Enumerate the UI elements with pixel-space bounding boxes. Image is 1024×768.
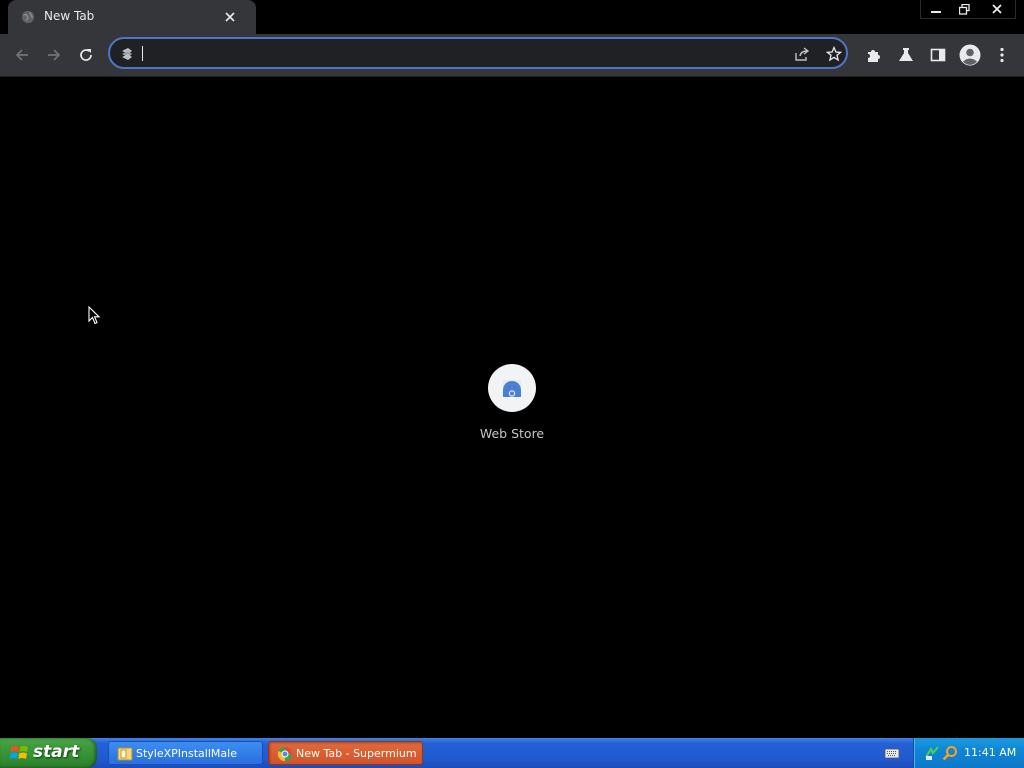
windows-logo-icon bbox=[10, 746, 28, 759]
address-bar[interactable] bbox=[108, 37, 848, 69]
system-tray: 11:41 AM bbox=[913, 738, 1024, 768]
taskbar-item-label: StyleXPInstallMale bbox=[136, 747, 237, 760]
mouse-cursor-icon bbox=[88, 306, 100, 325]
close-icon bbox=[225, 12, 235, 22]
menu-button[interactable] bbox=[989, 42, 1015, 68]
restore-icon bbox=[959, 3, 970, 15]
shortcut-icon-circle bbox=[488, 364, 536, 412]
extensions-button[interactable] bbox=[861, 42, 887, 68]
taskbar-item-stylexp[interactable]: StyleXPInstallMale bbox=[108, 741, 263, 765]
tab-new-tab[interactable]: New Tab bbox=[8, 0, 256, 34]
browser-toolbar bbox=[0, 34, 1024, 77]
profile-button[interactable] bbox=[957, 42, 983, 68]
web-store-icon bbox=[503, 380, 521, 397]
keyboard-icon[interactable] bbox=[884, 745, 900, 761]
star-icon bbox=[826, 46, 842, 62]
start-button[interactable]: start bbox=[0, 738, 97, 768]
reload-icon bbox=[80, 49, 92, 61]
minimize-icon bbox=[930, 11, 941, 13]
bookmark-star-button[interactable] bbox=[824, 44, 844, 64]
menu-dots-icon bbox=[1000, 47, 1004, 63]
restore-button[interactable] bbox=[950, 0, 979, 18]
clock[interactable]: 11:41 AM bbox=[964, 746, 1016, 759]
network-icon[interactable] bbox=[924, 745, 940, 761]
shortcut-title: Web Store bbox=[479, 426, 545, 441]
supermium-icon bbox=[277, 747, 292, 762]
windows-taskbar: start StyleXPInstallMale New Tab - Super… bbox=[0, 738, 1024, 768]
share-icon bbox=[795, 47, 810, 61]
text-caret bbox=[142, 46, 143, 61]
side-panel-icon bbox=[930, 48, 946, 62]
tab-close-button[interactable] bbox=[221, 8, 239, 26]
new-tab-page: Web Store bbox=[0, 77, 1024, 738]
browser-title-bar: New Tab bbox=[0, 0, 1024, 34]
share-button[interactable] bbox=[792, 44, 812, 64]
window-close-button[interactable] bbox=[979, 0, 1015, 18]
back-arrow-icon bbox=[15, 49, 28, 61]
window-controls bbox=[920, 0, 1016, 19]
reload-button[interactable] bbox=[73, 42, 99, 68]
forward-arrow-icon bbox=[48, 49, 61, 61]
labs-flask-icon bbox=[899, 48, 913, 61]
shortcut-web-store[interactable]: Web Store bbox=[471, 364, 553, 444]
minimize-button[interactable] bbox=[921, 0, 950, 18]
back-button[interactable] bbox=[9, 42, 35, 68]
profile-avatar-icon bbox=[959, 44, 981, 66]
tab-title: New Tab bbox=[44, 9, 95, 23]
extensions-icon bbox=[868, 50, 880, 62]
search-icon[interactable] bbox=[942, 745, 958, 761]
folder-icon bbox=[117, 747, 133, 761]
start-label: start bbox=[33, 742, 80, 762]
globe-icon bbox=[21, 10, 35, 24]
taskbar-item-supermium[interactable]: New Tab - Supermium bbox=[268, 741, 423, 765]
side-panel-button[interactable] bbox=[925, 42, 951, 68]
forward-button[interactable] bbox=[41, 42, 67, 68]
address-input[interactable] bbox=[141, 43, 761, 63]
search-engine-icon bbox=[122, 48, 132, 60]
taskbar-item-label: New Tab - Supermium bbox=[296, 747, 417, 760]
close-icon bbox=[992, 4, 1002, 14]
labs-button[interactable] bbox=[893, 42, 919, 68]
